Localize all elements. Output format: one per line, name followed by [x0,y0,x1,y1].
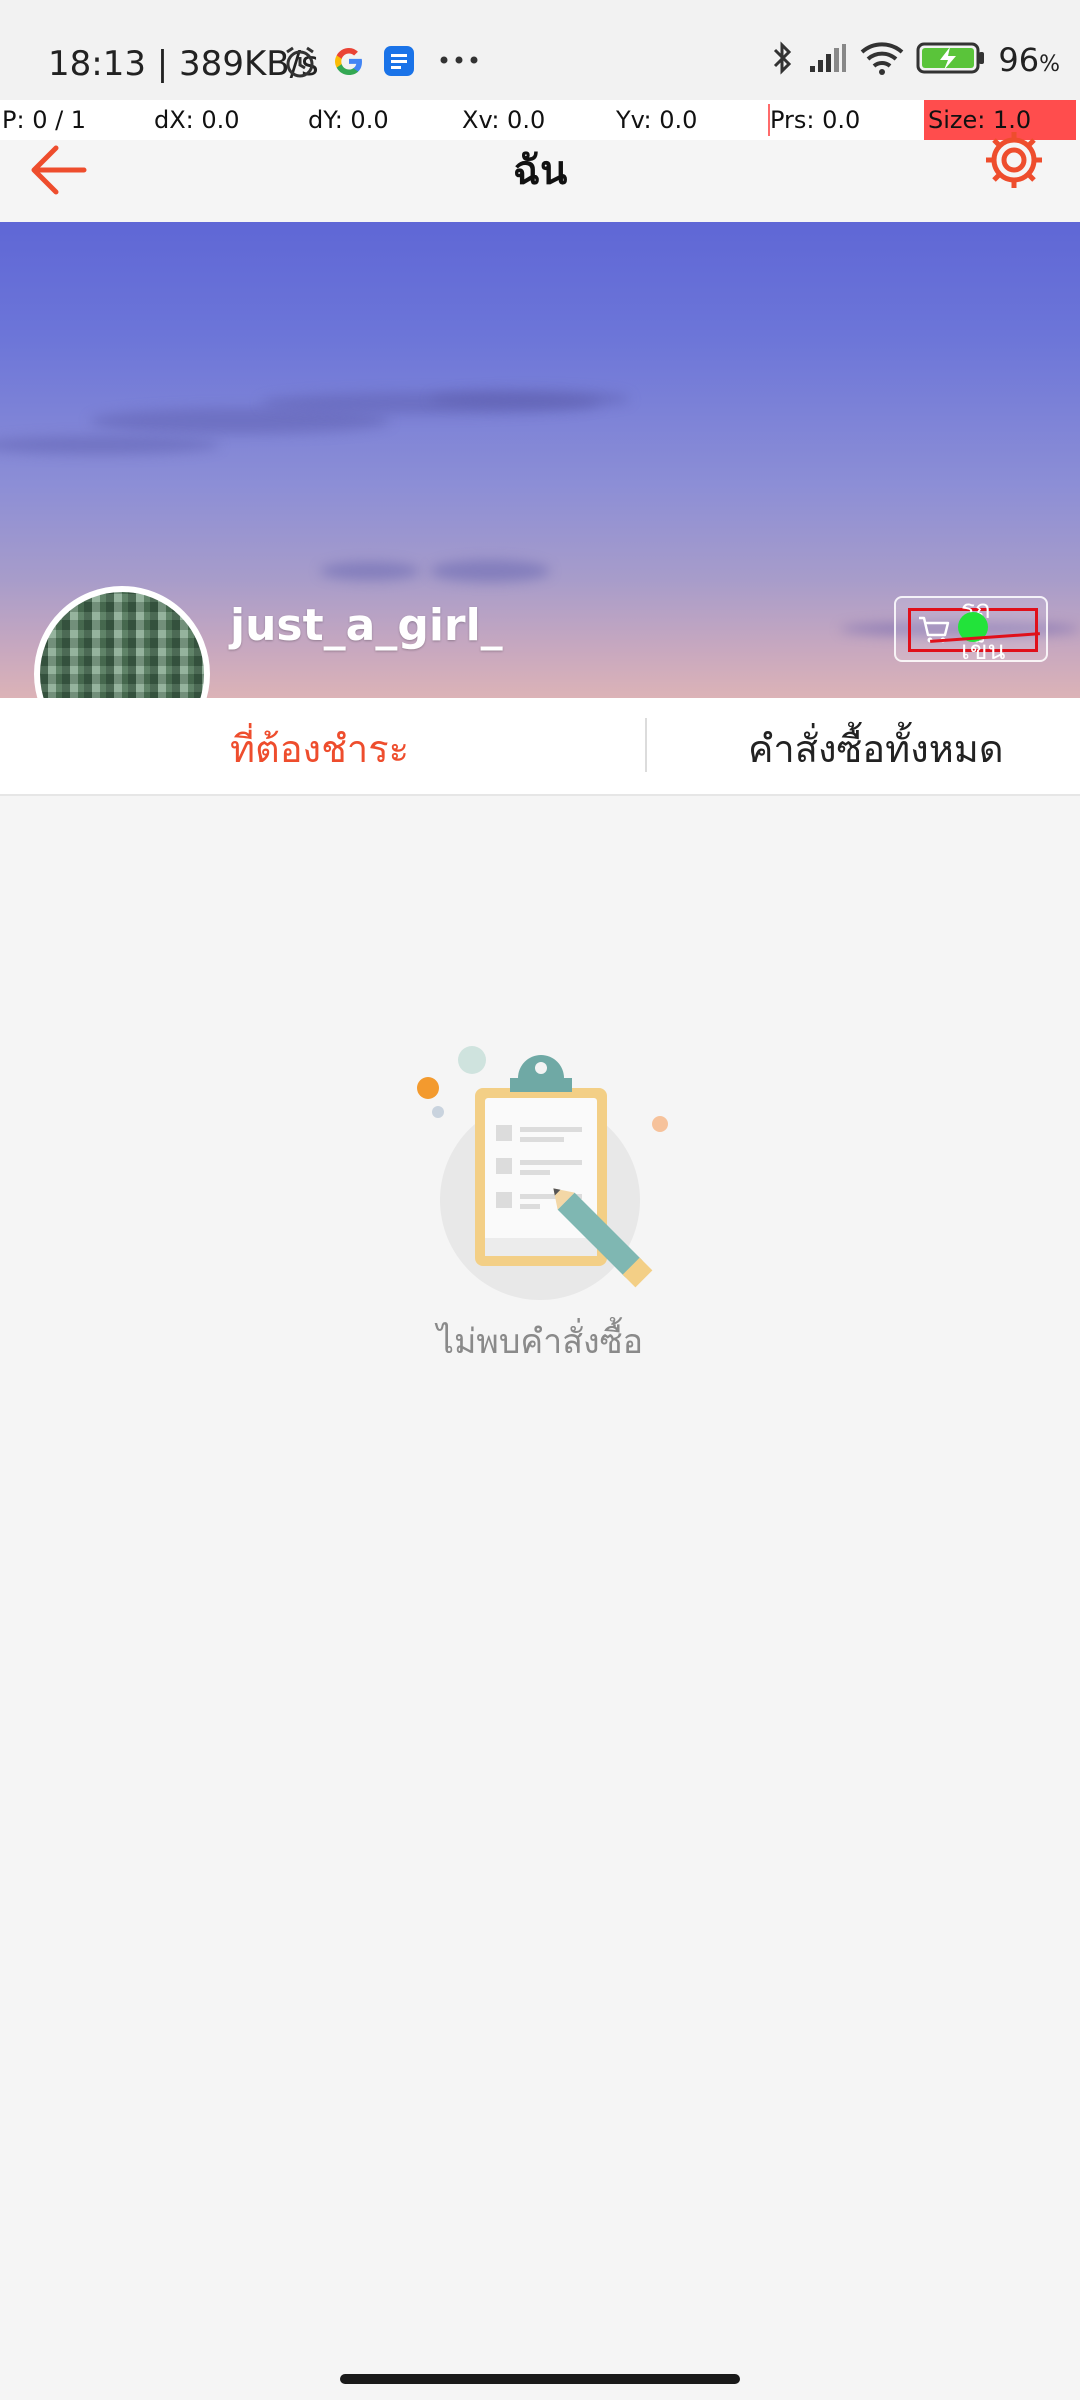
wifi-icon [860,41,904,79]
tab-all-orders[interactable]: คำสั่งซื้อทั้งหมด [748,718,1004,779]
tab-to-pay[interactable]: ที่ต้องชำระ [230,718,409,779]
status-time: 18:13 | 389KB/s [48,44,319,84]
settings-button[interactable] [978,124,1050,196]
status-right: 96% [770,40,1060,80]
empty-state-message: ไม่พบคำสั่งซื้อ [436,1322,644,1362]
app-bar: ฉัน [0,124,1080,224]
battery-level: 96% [998,41,1060,79]
username: just_a_girl_ [230,600,503,651]
alarm-icon [282,44,318,84]
status-bar: 18:13 | 389KB/s 96% [0,0,1080,100]
clipboard-illustration-icon [417,1046,668,1300]
messages-icon [382,44,416,82]
page-title: ฉัน [512,148,568,194]
bluetooth-icon [770,40,796,80]
home-indicator[interactable] [340,2374,740,2384]
more-icon [438,52,482,71]
battery-icon [916,41,986,79]
order-tabs: ที่ต้องชำระ คำสั่งซื้อทั้งหมด [0,698,1080,796]
gear-icon [986,132,1042,188]
tab-divider [645,718,647,772]
google-icon [332,44,366,82]
signal-icon [808,42,848,78]
